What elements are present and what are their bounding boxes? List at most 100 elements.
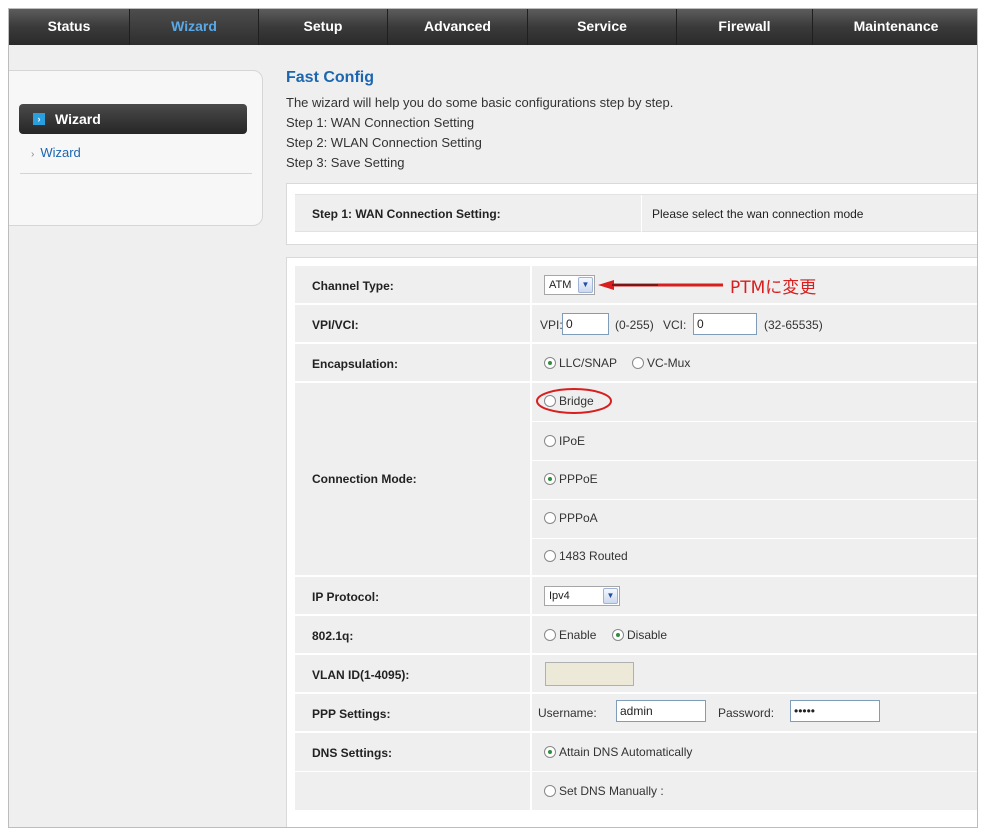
radio-icon (544, 435, 556, 447)
arrow-annotation-icon (598, 280, 723, 290)
divider (532, 421, 977, 422)
dns-auto-label: Attain DNS Automatically (559, 745, 693, 759)
ip-protocol-select[interactable]: Ipv4 ▼ (544, 586, 620, 606)
sidebar-subitem-wizard[interactable]: › Wizard (31, 145, 81, 160)
divider (532, 499, 977, 500)
dot1q-disable-label: Disable (627, 628, 668, 642)
intro-line-3: Step 2: WLAN Connection Setting (286, 135, 482, 150)
mode-ipoe-label: IPoE (559, 434, 586, 448)
radio-icon (632, 357, 644, 369)
divider (532, 460, 977, 461)
vci-label: VCI: (663, 318, 687, 332)
radio-icon (544, 550, 556, 562)
intro-line-4: Step 3: Save Setting (286, 155, 405, 170)
sidebar-item-label: Wizard (55, 111, 101, 127)
intro-line-2: Step 1: WAN Connection Setting (286, 115, 475, 130)
mode-pppoa-label: PPPoA (559, 511, 598, 525)
vpi-input[interactable]: 0 (562, 313, 609, 335)
username-input[interactable]: admin (616, 700, 706, 722)
vpi-vci-label: VPI/VCI: (312, 318, 359, 332)
row-connection-mode: Connection Mode: Bridge IPoE PPPoE PPPoA… (295, 383, 977, 576)
step-row: Step 1: WAN Connection Setting: Please s… (295, 194, 977, 233)
ip-protocol-value: Ipv4 (549, 590, 570, 602)
radio-selected-icon (544, 746, 556, 758)
dns-settings-cell: Attain DNS Automatically Set DNS Manuall… (295, 733, 977, 810)
sidebar-subitem-label: Wizard (40, 145, 81, 160)
mode-option-bridge[interactable]: Bridge (544, 394, 594, 408)
vci-range: (32-65535) (764, 318, 823, 332)
tab-advanced[interactable]: Advanced (388, 9, 528, 45)
dns-settings-label: DNS Settings: (312, 746, 393, 760)
mode-bridge-label: Bridge (559, 394, 594, 408)
mode-option-pppoe[interactable]: PPPoE (544, 472, 598, 486)
sidebar-item-wizard[interactable]: › Wizard (19, 104, 247, 134)
radio-icon (544, 785, 556, 797)
dns-manual-label: Set DNS Manually : (559, 784, 664, 798)
mode-pppoe-label: PPPoE (559, 472, 598, 486)
divider (532, 538, 977, 539)
sidebar-divider (20, 173, 252, 174)
encapsulation-cell: LLC/SNAP VC-Mux (530, 344, 977, 381)
channel-type-select[interactable]: ATM ▼ (544, 275, 595, 295)
vpi-label: VPI: (540, 318, 563, 332)
vci-input[interactable]: 0 (693, 313, 757, 335)
dns-option-auto[interactable]: Attain DNS Automatically (544, 745, 692, 759)
wan-form: Channel Type: ATM ▼ PTMに変更 VPI/VCI: VPI:… (286, 257, 977, 827)
top-nav: Status Wizard Setup Advanced Service Fir… (9, 9, 977, 45)
password-input[interactable]: ••••• (790, 700, 880, 722)
radio-icon (544, 512, 556, 524)
encap-vcmux-label: VC-Mux (647, 356, 691, 370)
tab-firewall[interactable]: Firewall (677, 9, 813, 45)
row-vpi-vci: VPI/VCI: VPI: 0 (0-255) VCI: 0 (32-65535… (295, 305, 977, 343)
step-box: Step 1: WAN Connection Setting: Please s… (286, 183, 977, 245)
channel-type-cell: ATM ▼ PTMに変更 (530, 266, 977, 303)
radio-selected-icon (612, 629, 624, 641)
radio-icon (544, 629, 556, 641)
ppp-settings-cell: Username: admin Password: ••••• (530, 694, 977, 731)
mode-option-1483-routed[interactable]: 1483 Routed (544, 549, 628, 563)
row-vlan-id: VLAN ID(1-4095): (295, 655, 977, 693)
step-label: Step 1: WAN Connection Setting: (312, 207, 501, 221)
tab-maintenance[interactable]: Maintenance (813, 9, 977, 45)
tab-setup[interactable]: Setup (259, 9, 388, 45)
radio-selected-icon (544, 473, 556, 485)
ppp-settings-label: PPP Settings: (312, 707, 391, 721)
annotation-text: PTMに変更 (730, 278, 817, 298)
dot1q-option-disable[interactable]: Disable (612, 628, 667, 642)
encap-option-llc[interactable]: LLC/SNAP (544, 356, 617, 370)
divider (295, 771, 977, 772)
vlan-id-label: VLAN ID(1-4095): (312, 668, 410, 682)
row-channel-type: Channel Type: ATM ▼ PTMに変更 (295, 266, 977, 304)
vlan-id-cell (530, 655, 977, 692)
encap-option-vcmux[interactable]: VC-Mux (632, 356, 690, 370)
mode-option-ipoe[interactable]: IPoE (544, 434, 585, 448)
dot1q-cell: Enable Disable (530, 616, 977, 653)
row-encapsulation: Encapsulation: LLC/SNAP VC-Mux (295, 344, 977, 382)
dot1q-enable-label: Enable (559, 628, 597, 642)
chevron-right-icon: › (33, 113, 45, 125)
channel-type-value: ATM (549, 279, 572, 291)
step-divider (641, 195, 642, 233)
dot1q-label: 802.1q: (312, 629, 354, 643)
tab-service[interactable]: Service (528, 9, 677, 45)
connection-mode-cell: Bridge IPoE PPPoE PPPoA 1483 Routed (530, 383, 977, 575)
chevron-down-icon: ▼ (603, 588, 618, 604)
channel-type-label: Channel Type: (312, 279, 394, 293)
ip-protocol-cell: Ipv4 ▼ (530, 577, 977, 614)
ip-protocol-label: IP Protocol: (312, 590, 380, 604)
encap-llc-label: LLC/SNAP (559, 356, 618, 370)
row-ppp-settings: PPP Settings: Username: admin Password: … (295, 694, 977, 732)
row-8021q: 802.1q: Enable Disable (295, 616, 977, 654)
intro-line-1: The wizard will help you do some basic c… (286, 95, 674, 110)
radio-icon (544, 395, 556, 407)
chevron-down-icon: ▼ (578, 277, 593, 293)
dot1q-option-enable[interactable]: Enable (544, 628, 596, 642)
password-label: Password: (718, 706, 775, 720)
radio-selected-icon (544, 357, 556, 369)
tab-status[interactable]: Status (9, 9, 130, 45)
vlan-id-input[interactable] (545, 662, 634, 686)
dns-option-manual[interactable]: Set DNS Manually : (544, 784, 664, 798)
tab-wizard[interactable]: Wizard (130, 9, 259, 45)
mode-option-pppoa[interactable]: PPPoA (544, 511, 598, 525)
row-dns-settings: DNS Settings: Attain DNS Automatically S… (295, 733, 977, 811)
